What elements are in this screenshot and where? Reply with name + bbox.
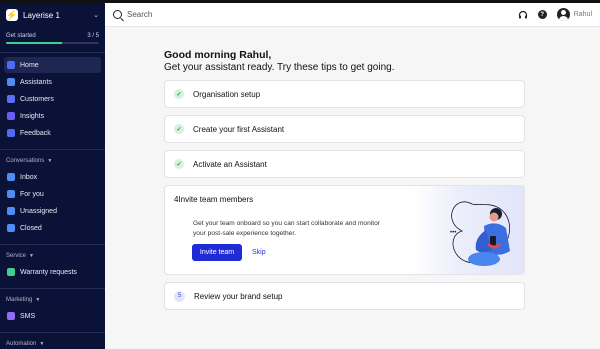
section-title: Service: [6, 253, 27, 259]
sidebar-item-label: Assistants: [20, 78, 52, 86]
section-service[interactable]: Service ▼: [0, 249, 105, 263]
caret-down-icon: ▼: [29, 253, 34, 259]
step-label: Create your first Assistant: [193, 124, 285, 134]
person-with-phone-illustration: •••: [450, 201, 510, 266]
invite-team-button[interactable]: Invite team: [192, 244, 242, 261]
progress-fill: [6, 42, 62, 44]
team-illustration: •••: [414, 186, 524, 274]
step-card[interactable]: ✓ Create your first Assistant: [164, 115, 525, 143]
sidebar-item-unassigned[interactable]: Unassigned: [4, 203, 101, 219]
onboarding-content: Good morning Rahul, Get your assistant r…: [164, 49, 525, 310]
greeting: Good morning Rahul,: [164, 49, 272, 61]
step-card[interactable]: ✓ Organisation setup: [164, 80, 525, 108]
sidebar-item-inbox[interactable]: Inbox: [4, 169, 101, 185]
user-name: Rahul: [573, 11, 592, 18]
sidebar-item-customers[interactable]: Customers: [4, 91, 101, 107]
search-icon: [113, 10, 122, 19]
workspace-name: Layerise 1: [23, 10, 60, 20]
for-you-icon: [7, 190, 15, 198]
inbox-icon: [7, 173, 15, 181]
divider: [0, 332, 105, 333]
top-bar: Search ? Rahul: [105, 3, 600, 27]
workspace-switcher[interactable]: ⚡ Layerise 1 ⌄: [0, 3, 105, 27]
divider: [0, 288, 105, 289]
section-title: Marketing: [6, 297, 33, 303]
step-label: Organisation setup: [193, 89, 261, 99]
invite-header: 4 Invite team members: [174, 195, 253, 204]
sidebar-item-label: SMS: [20, 312, 36, 320]
sidebar-item-feedback[interactable]: Feedback: [4, 125, 101, 141]
search-box[interactable]: Search: [113, 10, 508, 19]
user-menu[interactable]: Rahul: [556, 8, 592, 21]
get-started[interactable]: Get started 3 / 5: [0, 27, 105, 39]
step-card[interactable]: ✓ Activate an Assistant: [164, 150, 525, 178]
home-icon: [7, 61, 15, 69]
caret-down-icon: ▼: [39, 341, 45, 347]
caret-down-icon: ▼: [35, 297, 41, 303]
divider: [0, 244, 105, 245]
sidebar-item-label: Unassigned: [20, 207, 57, 215]
sidebar-item-label: Inbox: [20, 173, 38, 181]
sidebar-item-warranty-requests[interactable]: Warranty requests: [4, 264, 101, 280]
insights-icon: [7, 112, 15, 120]
search-placeholder: Search: [127, 10, 153, 19]
get-started-progress-bar: [6, 42, 99, 44]
review-label: Review your brand setup: [194, 291, 283, 301]
section-title: Conversations: [6, 158, 45, 164]
warranty-icon: [7, 268, 15, 276]
unassigned-icon: [7, 207, 15, 215]
main-area: Search ? Rahul Good morning Rahul, Get y…: [105, 3, 600, 349]
sidebar-item-for-you[interactable]: For you: [4, 186, 101, 202]
section-automation[interactable]: Automation ▼: [0, 337, 105, 349]
sidebar-item-label: For you: [20, 190, 44, 198]
section-title: Automation: [6, 341, 37, 347]
invite-team-card[interactable]: 4 Invite team members Get your team onbo…: [164, 185, 525, 275]
assistant-icon: [7, 78, 15, 86]
step-label: Activate an Assistant: [193, 159, 267, 169]
subtitle: Get your assistant ready. Try these tips…: [164, 62, 395, 73]
divider: [0, 52, 105, 53]
caret-down-icon: ▼: [47, 158, 53, 164]
sidebar-item-sms[interactable]: SMS: [4, 308, 101, 324]
svg-text:•••: •••: [450, 230, 456, 236]
customers-icon: [7, 95, 15, 103]
sidebar: ⚡ Layerise 1 ⌄ Get started 3 / 5 Home Ass…: [0, 3, 105, 349]
sidebar-item-home[interactable]: Home: [4, 57, 101, 73]
divider: [0, 149, 105, 150]
chevron-down-icon: ⌄: [93, 12, 99, 19]
get-started-label: Get started: [6, 33, 36, 39]
sidebar-item-insights[interactable]: Insights: [4, 108, 101, 124]
get-started-count: 3 / 5: [87, 33, 99, 39]
review-brand-card[interactable]: 5 Review your brand setup: [164, 282, 525, 310]
section-marketing[interactable]: Marketing ▼: [0, 293, 105, 307]
app-window: ⚡ Layerise 1 ⌄ Get started 3 / 5 Home Ass…: [0, 0, 600, 349]
sidebar-item-assistants[interactable]: Assistants: [4, 74, 101, 90]
sms-icon: [7, 312, 15, 320]
skip-link[interactable]: Skip: [252, 244, 266, 261]
bolt-logo-icon: ⚡: [6, 9, 18, 21]
sidebar-item-label: Insights: [20, 112, 45, 120]
star-icon: [7, 129, 15, 137]
closed-icon: [7, 224, 15, 232]
sidebar-item-label: Home: [20, 61, 39, 69]
help-icon[interactable]: ?: [537, 10, 547, 19]
headset-support-icon[interactable]: [518, 10, 528, 20]
sidebar-item-label: Customers: [20, 95, 54, 103]
sidebar-item-closed[interactable]: Closed: [4, 220, 101, 236]
section-conversations[interactable]: Conversations ▼: [0, 154, 105, 168]
sidebar-item-label: Feedback: [20, 129, 51, 137]
checkmark-icon: ✓: [174, 159, 184, 169]
step-number: 5: [174, 290, 185, 302]
sidebar-item-label: Closed: [20, 224, 42, 232]
sidebar-item-label: Warranty requests: [20, 268, 77, 276]
avatar: [556, 8, 570, 21]
invite-description: Get your team onboard so you can start c…: [193, 220, 380, 237]
checkmark-icon: ✓: [174, 124, 184, 134]
checkmark-icon: ✓: [174, 89, 184, 99]
invite-title: Invite team members: [178, 195, 254, 204]
